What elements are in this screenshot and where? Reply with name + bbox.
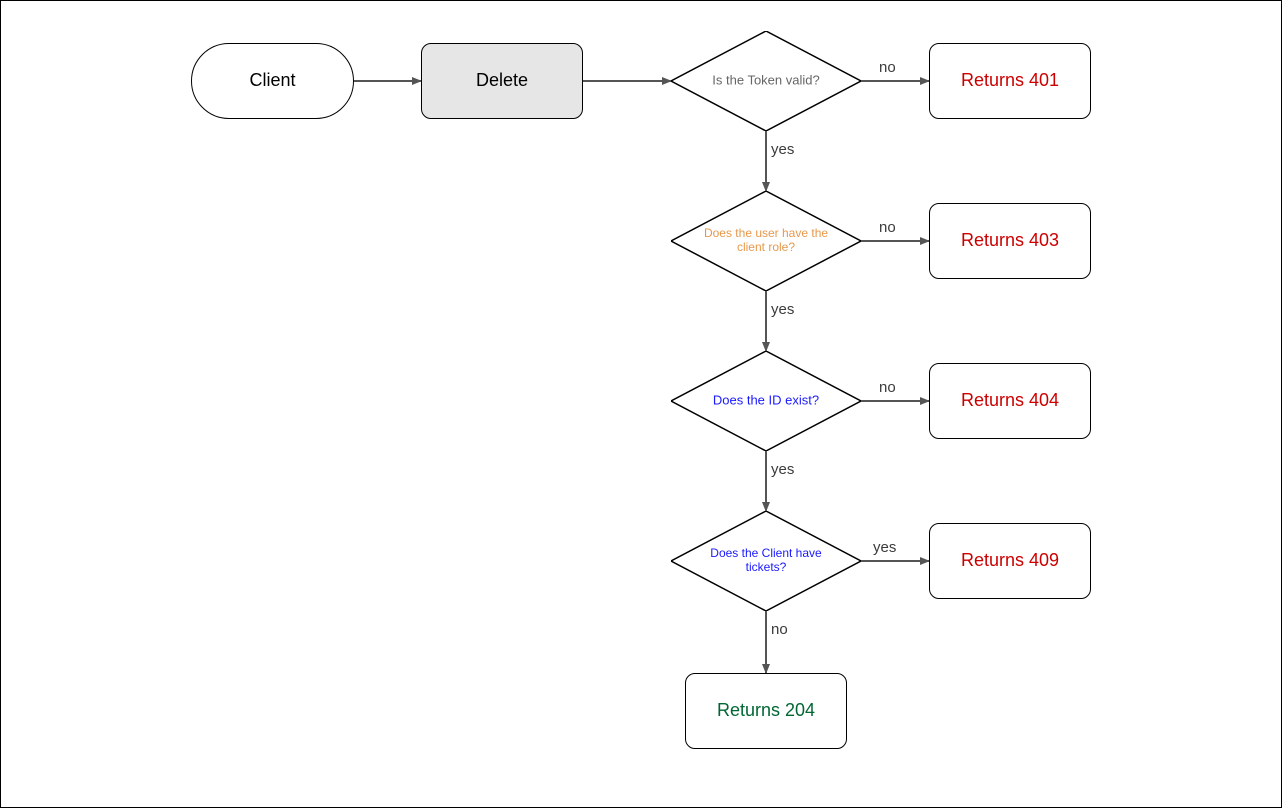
result-401-label: Returns 401 <box>961 70 1059 92</box>
edge-label-token-yes: yes <box>771 141 794 158</box>
edge-label-token-no: no <box>879 59 896 76</box>
decision-id-exist-label: Does the ID exist? <box>694 394 838 409</box>
result-403-label: Returns 403 <box>961 230 1059 252</box>
process-delete: Delete <box>421 43 583 119</box>
result-401: Returns 401 <box>929 43 1091 119</box>
edge-label-id-no: no <box>879 379 896 396</box>
result-403: Returns 403 <box>929 203 1091 279</box>
decision-token-valid: Is the Token valid? <box>671 31 861 131</box>
decision-client-tickets: Does the Client have tickets? <box>671 511 861 611</box>
decision-client-tickets-label: Does the Client have tickets? <box>694 547 838 575</box>
result-409: Returns 409 <box>929 523 1091 599</box>
result-404: Returns 404 <box>929 363 1091 439</box>
flow-canvas: Client Delete Is the Token valid? Return… <box>0 0 1282 808</box>
decision-user-role-label: Does the user have the client role? <box>694 227 838 255</box>
result-404-label: Returns 404 <box>961 390 1059 412</box>
edge-label-tickets-yes: yes <box>873 539 896 556</box>
process-delete-label: Delete <box>476 70 528 92</box>
edge-label-id-yes: yes <box>771 461 794 478</box>
result-409-label: Returns 409 <box>961 550 1059 572</box>
decision-user-role: Does the user have the client role? <box>671 191 861 291</box>
decision-id-exist: Does the ID exist? <box>671 351 861 451</box>
result-204-label: Returns 204 <box>717 700 815 722</box>
decision-token-valid-label: Is the Token valid? <box>694 74 838 89</box>
edge-label-role-yes: yes <box>771 301 794 318</box>
edge-label-role-no: no <box>879 219 896 236</box>
edge-label-tickets-no: no <box>771 621 788 638</box>
terminator-client-label: Client <box>249 70 295 92</box>
result-204: Returns 204 <box>685 673 847 749</box>
terminator-client: Client <box>191 43 354 119</box>
